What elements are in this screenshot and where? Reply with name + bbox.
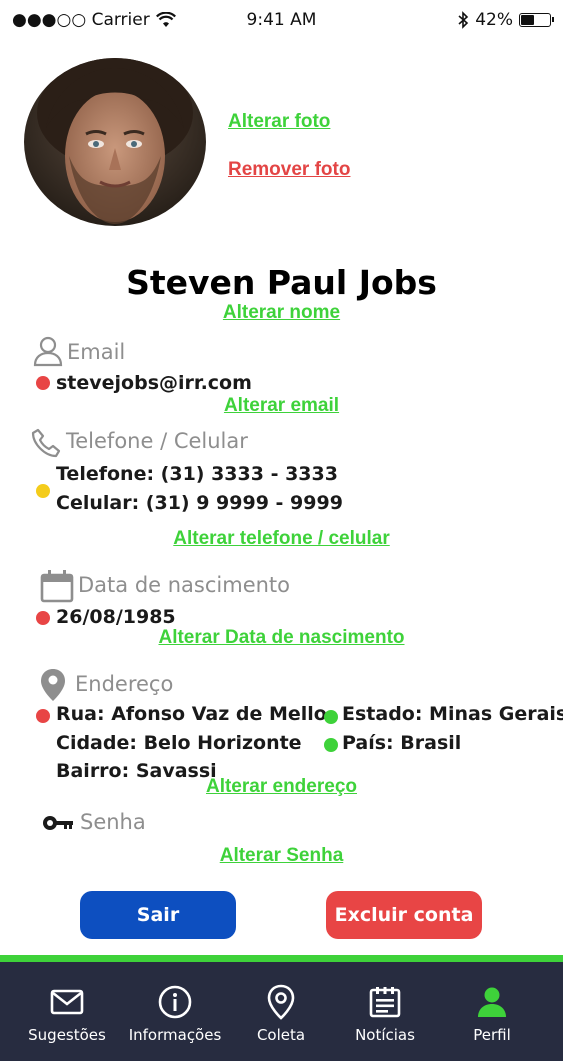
- tab-label: Perfil: [473, 1026, 511, 1044]
- country-value: País: Brasil: [342, 732, 462, 754]
- location-pin-icon: [267, 984, 295, 1020]
- birth-value: 26/08/1985: [56, 606, 176, 628]
- status-dot-red: [36, 376, 50, 390]
- address-label: Endereço: [75, 672, 174, 696]
- email-value: stevejobs@irr.com: [56, 372, 252, 394]
- change-phone-link[interactable]: Alterar telefone / celular: [173, 528, 389, 549]
- status-dot-red: [36, 611, 50, 625]
- user-icon: [33, 336, 63, 367]
- tab-noticias[interactable]: Notícias: [340, 962, 430, 1061]
- tab-informacoes[interactable]: Informações: [128, 962, 222, 1061]
- change-name-link[interactable]: Alterar nome: [223, 302, 340, 323]
- status-dot-red: [36, 709, 50, 723]
- state-value: Estado: Minas Gerais: [342, 703, 563, 725]
- envelope-icon: [50, 989, 84, 1015]
- city-value: Cidade: Belo Horizonte: [56, 732, 302, 754]
- street-value: Rua: Afonso Vaz de Mello: [56, 703, 327, 725]
- avatar: [24, 58, 206, 226]
- tab-bar: Sugestões Informações Coleta Notícias Pe…: [0, 962, 563, 1061]
- tab-label: Sugestões: [28, 1026, 106, 1044]
- status-dot-green: [324, 738, 338, 752]
- location-pin-icon: [41, 669, 65, 701]
- user-name: Steven Paul Jobs: [126, 263, 437, 302]
- change-birth-link[interactable]: Alterar Data de nascimento: [158, 627, 404, 648]
- change-address-link[interactable]: Alterar endereço: [206, 776, 357, 797]
- change-photo-link[interactable]: Alterar foto: [228, 111, 330, 133]
- key-icon: [43, 816, 73, 830]
- person-icon: [478, 987, 506, 1017]
- change-email-link[interactable]: Alterar email: [224, 395, 339, 416]
- logout-button[interactable]: Sair: [80, 891, 236, 939]
- tabbar-accent-line: [0, 955, 563, 962]
- password-label: Senha: [80, 810, 146, 834]
- celular-value: Celular: (31) 9 9999 - 9999: [56, 492, 343, 514]
- tab-perfil[interactable]: Perfil: [447, 962, 537, 1061]
- phone-icon: [31, 428, 61, 458]
- email-label: Email: [67, 340, 126, 364]
- phone-label: Telefone / Celular: [66, 429, 248, 453]
- profile-photo: [24, 58, 206, 226]
- info-icon: [158, 985, 192, 1019]
- delete-account-button[interactable]: Excluir conta: [326, 891, 482, 939]
- status-dot-green: [324, 710, 338, 724]
- battery-icon: [519, 13, 554, 27]
- status-right: 42%: [457, 10, 554, 30]
- bluetooth-icon: [458, 11, 469, 29]
- tab-coleta[interactable]: Coleta: [236, 962, 326, 1061]
- tab-label: Notícias: [355, 1026, 415, 1044]
- battery-percent: 42%: [475, 10, 513, 30]
- remove-photo-link[interactable]: Remover foto: [228, 159, 350, 181]
- status-bar: ●●●○○ Carrier 9:41 AM 42%: [0, 0, 563, 40]
- telefone-value: Telefone: (31) 3333 - 3333: [56, 463, 338, 485]
- tab-label: Informações: [128, 1026, 222, 1044]
- tab-sugestoes[interactable]: Sugestões: [22, 962, 112, 1061]
- change-password-link[interactable]: Alterar Senha: [220, 845, 344, 866]
- tab-label: Coleta: [256, 1026, 306, 1044]
- status-dot-yellow: [36, 484, 50, 498]
- calendar-icon: [40, 570, 74, 603]
- news-icon: [369, 987, 401, 1018]
- birth-label: Data de nascimento: [78, 573, 291, 597]
